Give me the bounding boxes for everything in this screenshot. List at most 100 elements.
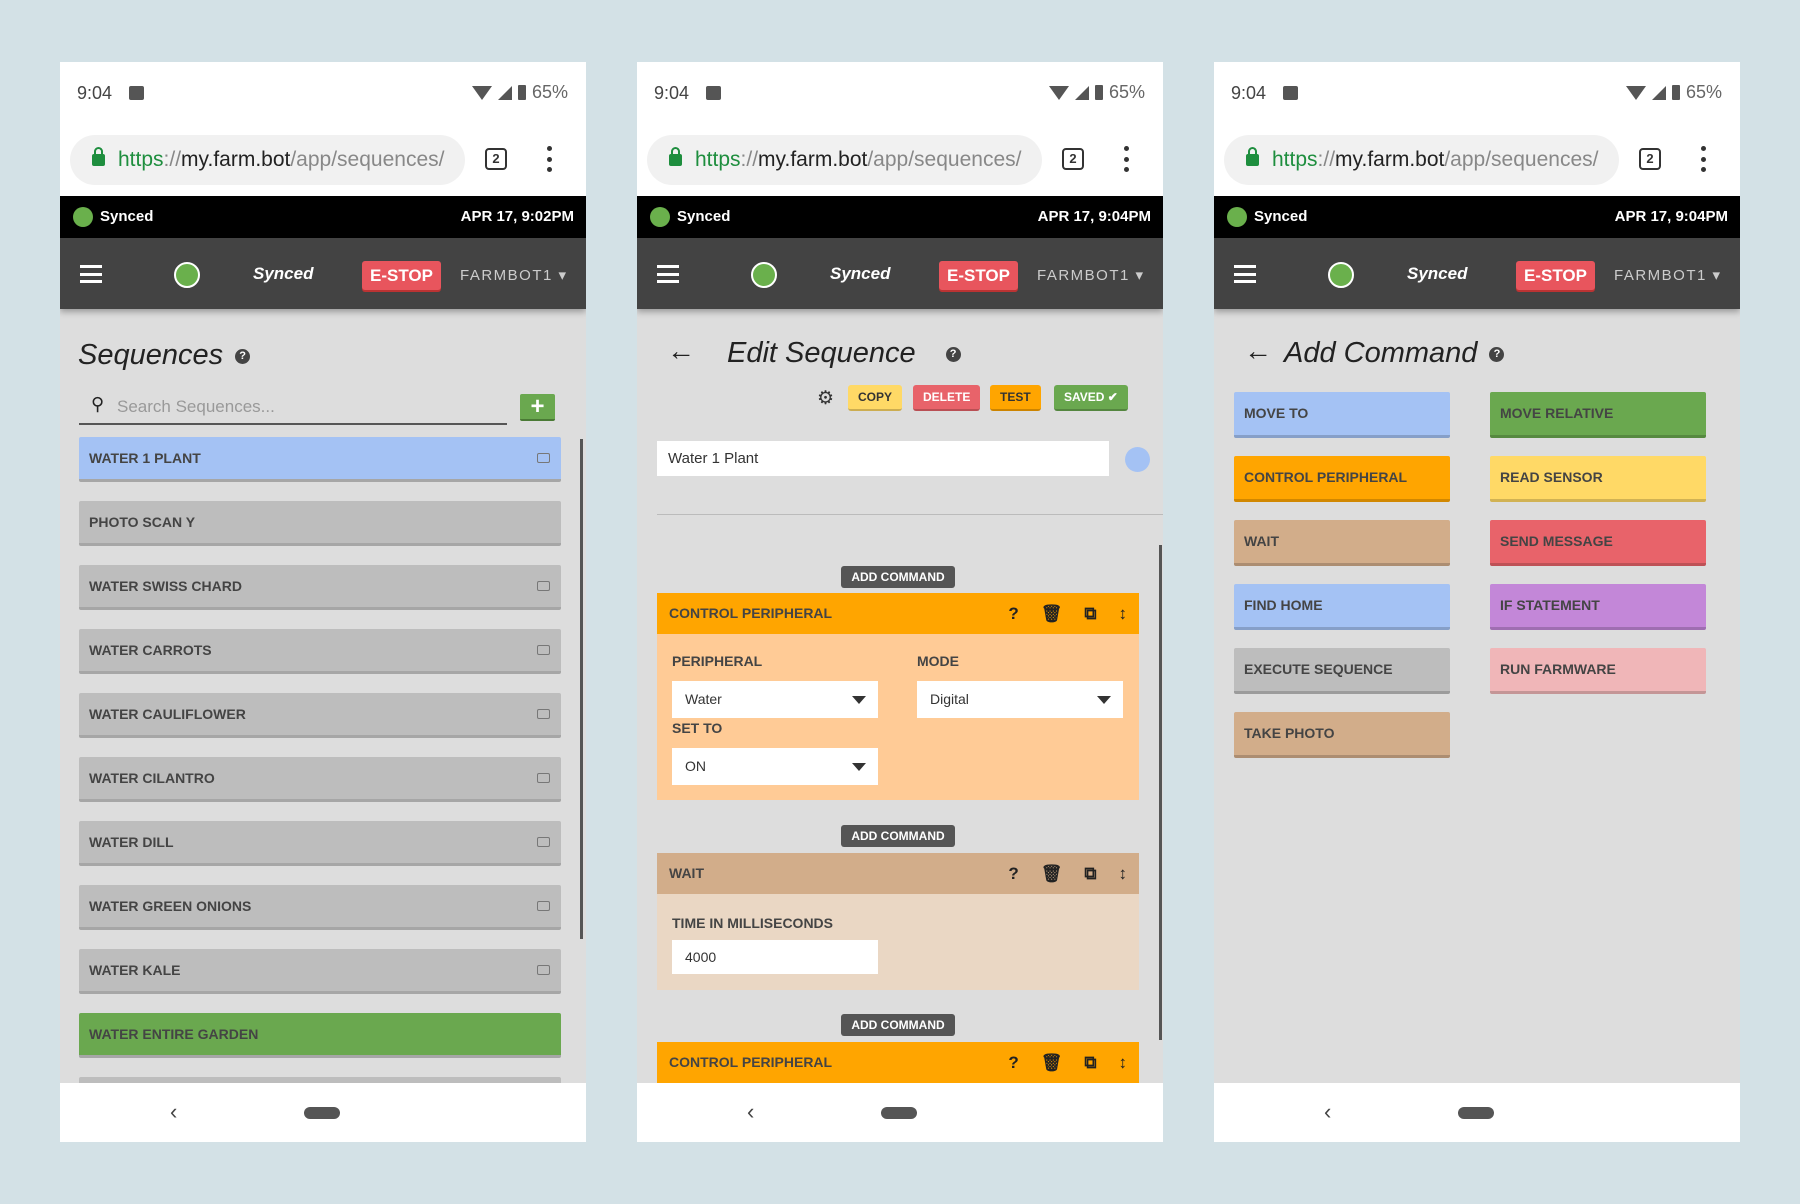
connection-status-icon[interactable]: [1328, 262, 1354, 288]
command-read-sensor-button[interactable]: READ SENSOR: [1490, 456, 1706, 502]
estop-button[interactable]: E-STOP: [1516, 261, 1595, 290]
step-actions: ? 🗑 ⧉ ↕: [1008, 1042, 1127, 1083]
copy-icon[interactable]: ⧉: [1084, 1042, 1096, 1083]
ticker-bar[interactable]: Synced APR 17, 9:02PM: [60, 196, 586, 238]
bot-dropdown[interactable]: FARMBOT1 ▾: [460, 266, 568, 284]
command-move-relative-button[interactable]: MOVE RELATIVE: [1490, 392, 1706, 438]
sequence-name-input[interactable]: Water 1 Plant: [657, 441, 1109, 476]
drag-handle-icon[interactable]: ↕: [1119, 593, 1128, 634]
sequence-list-item[interactable]: WATER DILL: [79, 821, 561, 866]
sequence-list-item[interactable]: PHOTO SCAN Y: [79, 501, 561, 546]
sequence-pin-icon: [537, 709, 550, 719]
url-bar[interactable]: https://my.farm.bot/app/sequences/: [647, 135, 1042, 185]
command-if-statement-button[interactable]: IF STATEMENT: [1490, 584, 1706, 630]
url-bar[interactable]: https://my.farm.bot/app/sequences/: [70, 135, 465, 185]
trash-icon[interactable]: 🗑: [1041, 593, 1063, 634]
browser-menu-icon[interactable]: [1123, 146, 1129, 172]
peripheral-select[interactable]: Water: [672, 681, 878, 718]
back-nav-icon[interactable]: ‹: [1324, 1099, 1331, 1125]
sequence-list-item[interactable]: WATER SWISS CHARD: [79, 565, 561, 610]
step-actions: ? 🗑 ⧉ ↕: [1008, 593, 1127, 634]
sync-button[interactable]: Synced: [830, 264, 890, 284]
hamburger-menu-icon[interactable]: [1234, 265, 1256, 283]
hamburger-menu-icon[interactable]: [657, 265, 679, 283]
trash-icon[interactable]: 🗑: [1041, 1042, 1063, 1083]
command-wait-button[interactable]: WAIT: [1234, 520, 1450, 566]
sequence-list-item[interactable]: WATER ENTIRE GARDEN: [79, 1013, 561, 1058]
sequence-list-item[interactable]: WATER KALE: [79, 949, 561, 994]
add-command-button[interactable]: ADD COMMAND: [841, 825, 955, 847]
back-arrow-icon[interactable]: ←: [667, 335, 695, 367]
sequence-list-item[interactable]: WATER GREEN ONIONS: [79, 885, 561, 930]
page-title: Sequences?: [78, 339, 251, 372]
help-icon[interactable]: ?: [945, 346, 961, 362]
help-icon[interactable]: ?: [1008, 853, 1018, 894]
mode-select[interactable]: Digital: [917, 681, 1123, 718]
copy-icon[interactable]: ⧉: [1084, 593, 1096, 634]
command-find-home-button[interactable]: FIND HOME: [1234, 584, 1450, 630]
trash-icon[interactable]: 🗑: [1041, 853, 1063, 894]
back-nav-icon[interactable]: ‹: [170, 1099, 177, 1125]
ticker-bar[interactable]: Synced APR 17, 9:04PM: [637, 196, 1163, 238]
command-control-peripheral-button[interactable]: CONTROL PERIPHERAL: [1234, 456, 1450, 502]
delete-button[interactable]: DELETE: [913, 385, 981, 411]
hamburger-menu-icon[interactable]: [80, 265, 102, 283]
help-icon[interactable]: ?: [1008, 1042, 1018, 1083]
search-input[interactable]: ⚲ Search Sequences...: [79, 391, 507, 425]
home-nav-button[interactable]: [881, 1107, 917, 1119]
estop-button[interactable]: E-STOP: [939, 261, 1018, 290]
battery-level: 65%: [531, 82, 568, 102]
wifi-icon: [1625, 85, 1646, 100]
add-command-button[interactable]: ADD COMMAND: [841, 566, 955, 588]
command-send-message-button[interactable]: SEND MESSAGE: [1490, 520, 1706, 566]
add-command-button[interactable]: ADD COMMAND: [841, 1014, 955, 1036]
browser-menu-icon[interactable]: [1700, 146, 1706, 172]
scrollbar[interactable]: [1159, 545, 1162, 1040]
help-icon[interactable]: ?: [235, 348, 251, 364]
tab-switcher-button[interactable]: 2: [1062, 148, 1084, 170]
connection-status-icon[interactable]: [174, 262, 200, 288]
command-execute-sequence-button[interactable]: EXECUTE SEQUENCE: [1234, 648, 1450, 694]
command-take-photo-button[interactable]: TAKE PHOTO: [1234, 712, 1450, 758]
drag-handle-icon[interactable]: ↕: [1119, 853, 1128, 894]
sync-status-dot: [650, 207, 670, 227]
drag-handle-icon[interactable]: ↕: [1119, 1042, 1128, 1083]
estop-button[interactable]: E-STOP: [362, 261, 441, 290]
copy-button[interactable]: COPY: [848, 385, 903, 411]
settings-gear-icon[interactable]: ⚙: [817, 387, 834, 410]
sync-button[interactable]: Synced: [1407, 264, 1467, 284]
sequence-list-item[interactable]: WATER CILANTRO: [79, 757, 561, 802]
home-nav-button[interactable]: [304, 1107, 340, 1119]
ticker-bar[interactable]: Synced APR 17, 9:04PM: [1214, 196, 1740, 238]
ticker-status: Synced: [677, 208, 731, 225]
sequence-list-item[interactable]: WATER CAULIFLOWER: [79, 693, 561, 738]
set-to-select[interactable]: ON: [672, 748, 878, 785]
bot-dropdown[interactable]: FARMBOT1 ▾: [1614, 266, 1722, 284]
command-move-to-button[interactable]: MOVE TO: [1234, 392, 1450, 438]
test-button[interactable]: TEST: [990, 385, 1041, 411]
sequence-list-item[interactable]: WATER CARROTS: [79, 629, 561, 674]
sync-button[interactable]: Synced: [253, 264, 313, 284]
home-nav-button[interactable]: [1458, 1107, 1494, 1119]
bot-dropdown[interactable]: FARMBOT1 ▾: [1037, 266, 1145, 284]
command-run-farmware-button[interactable]: RUN FARMWARE: [1490, 648, 1706, 694]
help-icon[interactable]: ?: [1489, 346, 1505, 362]
tab-switcher-button[interactable]: 2: [1639, 148, 1661, 170]
tab-switcher-button[interactable]: 2: [485, 148, 507, 170]
add-sequence-button[interactable]: +: [520, 394, 555, 421]
sequence-list-item[interactable]: WATER 1 PLANT: [79, 437, 561, 482]
back-arrow-icon[interactable]: ←: [1244, 335, 1272, 367]
sequence-pin-icon: [537, 453, 550, 463]
browser-menu-icon[interactable]: [546, 146, 552, 172]
time-input[interactable]: 4000: [672, 940, 878, 974]
android-nav-bar: ‹: [1214, 1083, 1740, 1142]
connection-status-icon[interactable]: [751, 262, 777, 288]
help-icon[interactable]: ?: [1008, 593, 1018, 634]
status-icons: 65%: [1048, 82, 1145, 103]
url-bar[interactable]: https://my.farm.bot/app/sequences/: [1224, 135, 1619, 185]
copy-icon[interactable]: ⧉: [1084, 853, 1096, 894]
back-nav-icon[interactable]: ‹: [747, 1099, 754, 1125]
saved-button[interactable]: SAVED ✔: [1054, 385, 1128, 411]
sequence-color-picker[interactable]: [1125, 447, 1150, 472]
scrollbar[interactable]: [580, 439, 583, 939]
